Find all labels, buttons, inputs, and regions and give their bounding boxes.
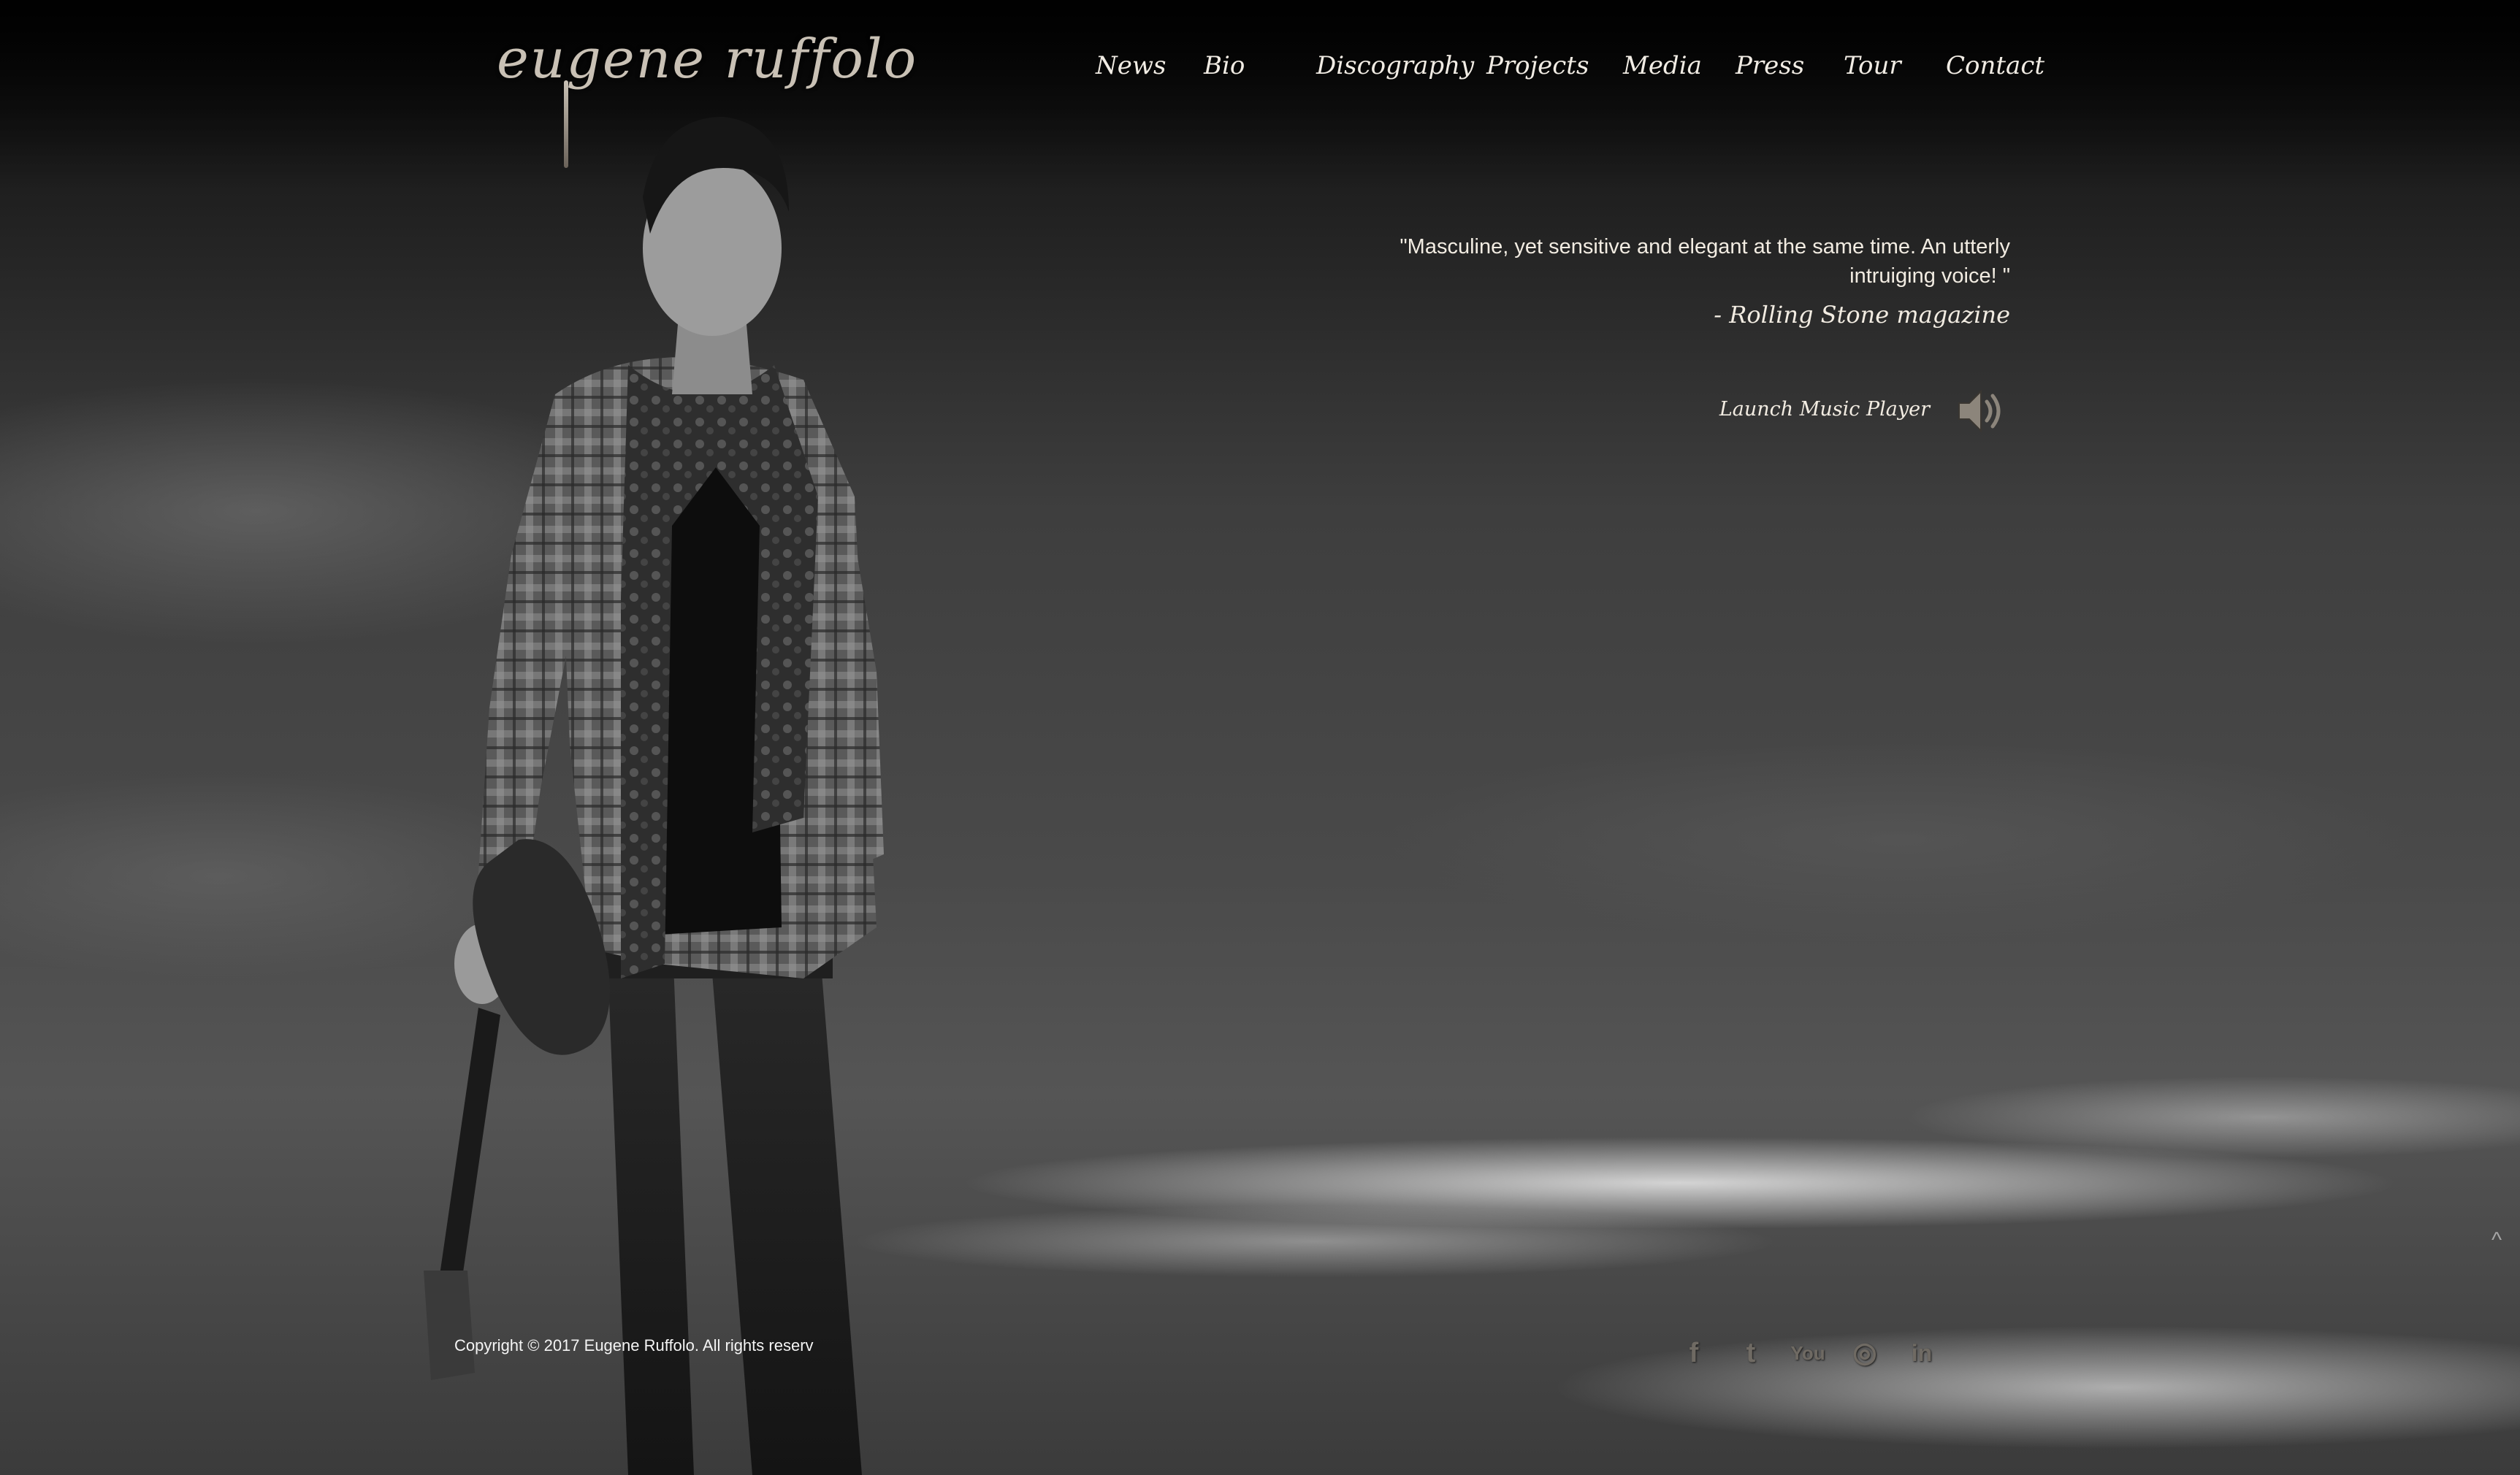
site-logo[interactable]: eugene ruffolo [497, 28, 917, 91]
launch-music-player-link[interactable]: Launch Music Player [1719, 398, 1930, 421]
instagram-icon[interactable]: ◎ [1844, 1332, 1886, 1374]
nav-item-discography[interactable]: Discography [1316, 51, 1474, 80]
main-nav: News Bio Discography Projects Media Pres… [1096, 51, 2044, 95]
youtube-icon[interactable]: You [1787, 1332, 1829, 1374]
nav-item-news[interactable]: News [1096, 51, 1166, 80]
press-quote: "Masculine, yet sensitive and elegant at… [1353, 232, 2010, 291]
nav-item-media[interactable]: Media [1623, 51, 1702, 80]
quote-source: - Rolling Stone magazine [1714, 301, 2010, 329]
press-quote-line-2: intruiging voice! " [1849, 264, 2010, 288]
copyright-text: Copyright © 2017 Eugene Ruffolo. All rig… [454, 1336, 814, 1355]
nav-item-tour[interactable]: Tour [1844, 51, 1901, 80]
facebook-icon[interactable]: f [1673, 1332, 1715, 1374]
linkedin-icon[interactable]: in [1901, 1332, 1943, 1374]
header-shade [0, 0, 2520, 190]
twitter-icon[interactable]: t [1730, 1332, 1772, 1374]
back-to-top-button[interactable]: ^ [2482, 1228, 2511, 1253]
nav-item-press[interactable]: Press [1736, 51, 1804, 80]
hero-photo [409, 88, 1198, 1475]
social-links: f t You ◎ in [1673, 1332, 1950, 1383]
press-quote-line-1: "Masculine, yet sensitive and elegant at… [1400, 235, 2010, 258]
logo-flourish [564, 80, 568, 168]
nav-item-contact[interactable]: Contact [1946, 51, 2044, 80]
nav-item-bio[interactable]: Bio [1204, 51, 1245, 80]
speaker-icon[interactable] [1955, 386, 2007, 437]
nav-item-projects[interactable]: Projects [1486, 51, 1589, 80]
